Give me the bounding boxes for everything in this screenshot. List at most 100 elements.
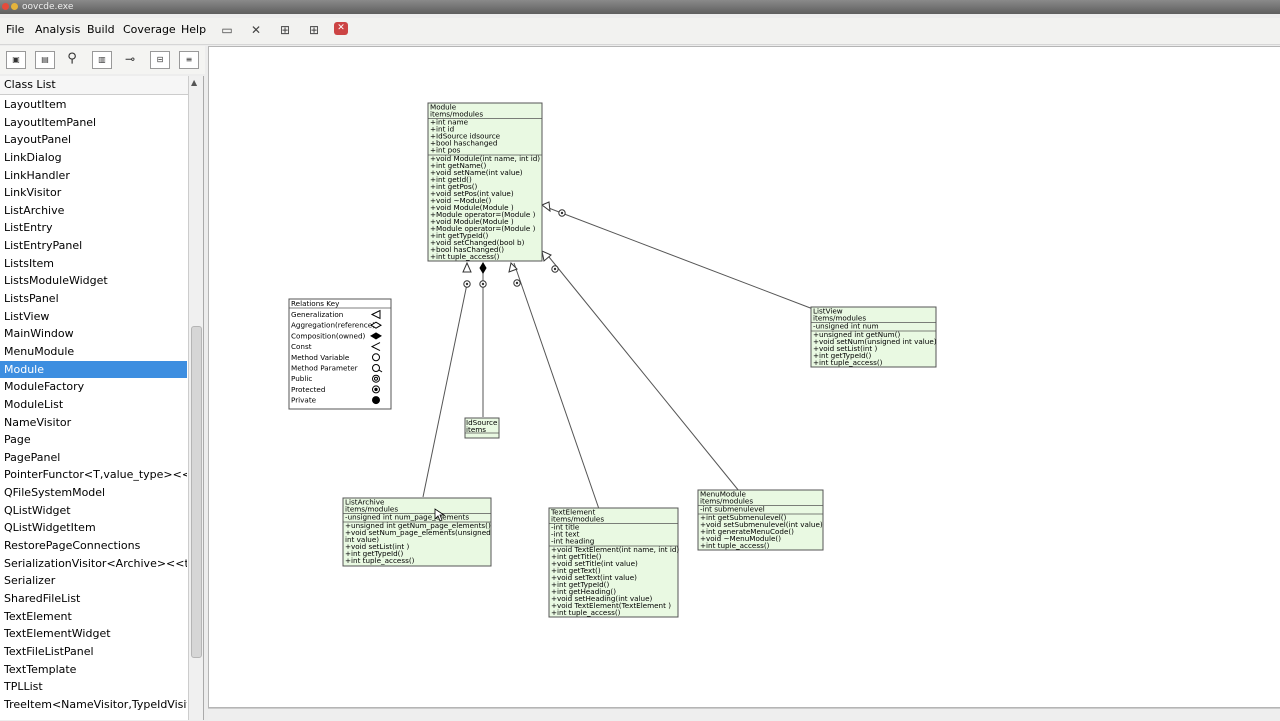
class-list-item[interactable]: ListsPanel xyxy=(0,290,187,308)
relations-key-entry: Const xyxy=(291,342,312,351)
public-symbol-inner xyxy=(374,376,378,381)
relations-key-entry: Protected xyxy=(291,385,325,394)
class-list-item[interactable]: Page xyxy=(0,431,187,449)
generalization-arrow xyxy=(541,250,552,262)
relation-marker-dot xyxy=(465,282,469,286)
class-box-idsource[interactable]: IdSourceitems xyxy=(464,417,500,439)
class-list-item[interactable]: LinkHandler xyxy=(0,167,187,185)
remove-class-icon[interactable]: ▥ xyxy=(92,51,112,69)
class-list-scrollbar[interactable]: ▲ xyxy=(188,76,203,720)
menu-analysis[interactable]: Analysis xyxy=(35,23,80,36)
class-list-item[interactable]: ListsModuleWidget xyxy=(0,272,187,290)
tools-icon[interactable]: ✕ xyxy=(247,22,265,38)
relations-key-entry: Aggregation(reference) xyxy=(291,321,375,330)
class-list-item[interactable]: SerializationVisitor<Archive><<temp xyxy=(0,555,187,573)
close-window-icon[interactable] xyxy=(2,3,9,10)
relations-key-entry: Private xyxy=(291,396,317,405)
window-title: oovcde.exe xyxy=(22,2,74,12)
class-box-textelement[interactable]: TextElementitems/modules-int title-int t… xyxy=(548,507,679,618)
class-diagram: Moduleitems/modules+int name+int id+IdSo… xyxy=(288,102,937,618)
window-titlebar: oovcde.exe xyxy=(0,0,1280,14)
class-list-item[interactable]: LinkVisitor xyxy=(0,184,187,202)
generalization-arrow xyxy=(541,201,551,213)
protected-symbol-inner xyxy=(374,387,378,392)
class-list-item[interactable]: PointerFunctor<T,value_type><<ten xyxy=(0,466,187,484)
method-parameter-symbol xyxy=(372,364,380,372)
generalization-arrow xyxy=(462,261,472,273)
class-box-module[interactable]: Moduleitems/modules+int name+int id+IdSo… xyxy=(427,102,543,262)
class-list-item[interactable]: MainWindow xyxy=(0,325,187,343)
layout-icon[interactable]: ⊟ xyxy=(150,51,170,69)
options-icon[interactable]: ≡ xyxy=(179,51,199,69)
class-list-item[interactable]: Serializer xyxy=(0,572,187,590)
class-list-item[interactable]: ListArchive xyxy=(0,202,187,220)
class-list-item[interactable]: ListsItem xyxy=(0,255,187,273)
class-operation: +int tuple_access() xyxy=(813,358,883,367)
relations-key-title: Relations Key xyxy=(291,299,340,308)
relation-line xyxy=(545,206,814,310)
relation-icon[interactable]: ⊸ xyxy=(121,51,139,67)
add-class-icon[interactable]: ▣ xyxy=(6,51,26,69)
class-list-item[interactable]: ModuleList xyxy=(0,396,187,414)
class-list-item[interactable]: TextTemplate xyxy=(0,661,187,679)
class-list: LayoutItem LayoutItemPanel LayoutPanel Link… xyxy=(0,96,187,713)
relations-key-entry: Method Parameter xyxy=(291,364,358,373)
class-list-item[interactable]: SharedFileList xyxy=(0,590,187,608)
menu-build[interactable]: Build xyxy=(87,23,115,36)
class-list-item[interactable]: ListEntryPanel xyxy=(0,237,187,255)
class-list-item[interactable]: RestorePageConnections xyxy=(0,537,187,555)
add-related-classes-icon[interactable]: ⚲ xyxy=(63,51,81,67)
class-list-item[interactable]: PagePanel xyxy=(0,449,187,467)
build-release-icon[interactable]: ⊞ xyxy=(305,22,323,38)
class-list-item[interactable]: TextElementWidget xyxy=(0,625,187,643)
class-list-item[interactable]: QListWidgetItem xyxy=(0,519,187,537)
class-list-item[interactable]: NameVisitor xyxy=(0,414,187,432)
class-list-item[interactable]: ListEntry xyxy=(0,219,187,237)
class-list-item[interactable]: ModuleFactory xyxy=(0,378,187,396)
relations-key-entry: Composition(owned) xyxy=(291,331,366,340)
class-list-item[interactable]: ListView xyxy=(0,308,187,326)
relation-marker-dot xyxy=(553,267,557,271)
class-list-item[interactable]: MenuModule xyxy=(0,343,187,361)
open-project-icon[interactable]: ▭ xyxy=(218,22,236,38)
class-list-item[interactable]: TPLList xyxy=(0,678,187,696)
relations-key-entry: Public xyxy=(291,374,312,383)
menu-coverage[interactable]: Coverage xyxy=(123,23,176,36)
stop-icon[interactable]: ✕ xyxy=(334,22,348,35)
class-list-item[interactable]: LayoutItem xyxy=(0,96,187,114)
generalization-arrow xyxy=(508,262,518,273)
class-list-item[interactable]: TreeItem<NameVisitor,TypeIdVisitor,I xyxy=(0,696,187,714)
build-debug-icon[interactable]: ⊞ xyxy=(276,22,294,38)
class-list-item[interactable]: Module xyxy=(0,360,187,379)
class-operation: +int tuple_access() xyxy=(551,608,621,617)
relations-key: Relations Key Generalization Aggregation(r… xyxy=(288,298,392,410)
scrollbar-thumb[interactable] xyxy=(191,326,202,658)
diagram-horizontal-scrollbar[interactable] xyxy=(208,708,1280,721)
relation-marker-dot xyxy=(560,211,564,215)
class-box-listview[interactable]: ListViewitems/modules-unsigned int num+u… xyxy=(810,306,937,368)
class-list-item[interactable]: LayoutItemPanel xyxy=(0,114,187,132)
class-list-item[interactable]: LinkDialog xyxy=(0,149,187,167)
class-operation: +int tuple_access() xyxy=(345,556,415,565)
class-list-item[interactable]: TextFileListPanel xyxy=(0,643,187,661)
class-box-listarchive[interactable]: ListArchiveitems/modules-unsigned int nu… xyxy=(342,497,492,567)
class-operation: +int tuple_access() xyxy=(430,252,500,261)
class-list-item[interactable]: LayoutPanel xyxy=(0,131,187,149)
menu-file[interactable]: File xyxy=(6,23,24,36)
class-list-panel: Class List LayoutItem LayoutItemPanel Layo… xyxy=(0,76,204,720)
minimize-window-icon[interactable] xyxy=(11,3,18,10)
relation-marker-dot xyxy=(481,282,485,286)
relation-line xyxy=(513,262,600,510)
class-diagram-canvas[interactable]: Module items/modules +int name +int id +IdSo… xyxy=(208,46,1280,708)
class-list-item[interactable]: TextElement xyxy=(0,608,187,626)
class-box-menumodule[interactable]: MenuModuleitems/modules-int submenulevel… xyxy=(697,489,824,551)
add-standard-classes-icon[interactable]: ▤ xyxy=(35,51,55,69)
private-symbol xyxy=(372,396,380,405)
relation-line xyxy=(548,256,740,492)
scroll-up-icon[interactable]: ▲ xyxy=(191,78,197,87)
menu-help[interactable]: Help xyxy=(181,23,206,36)
class-list-item[interactable]: QFileSystemModel xyxy=(0,484,187,502)
class-list-toolbar: ▣ ▤ ⚲ ▥ ⊸ ⊟ ≡ xyxy=(0,46,205,74)
class-list-item[interactable]: QListWidget xyxy=(0,502,187,520)
class-operation: +int tuple_access() xyxy=(700,541,770,550)
